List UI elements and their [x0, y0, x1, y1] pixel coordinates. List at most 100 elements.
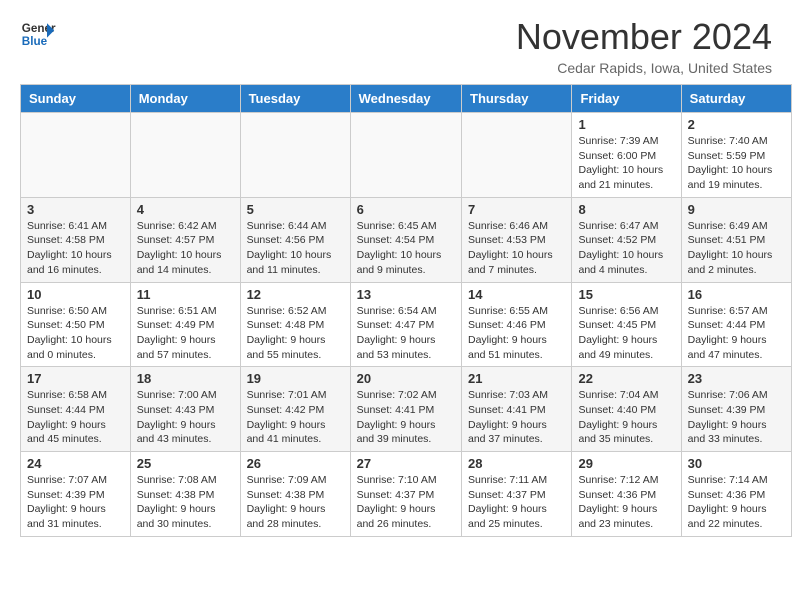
- day-info: Sunrise: 7:09 AMSunset: 4:38 PMDaylight:…: [247, 473, 344, 532]
- day-cell: 25 Sunrise: 7:08 AMSunset: 4:38 PMDayligh…: [130, 452, 240, 537]
- day-number: 17: [27, 371, 124, 386]
- day-cell: [240, 113, 350, 198]
- day-number: 8: [578, 202, 674, 217]
- week-row-3: 17 Sunrise: 6:58 AMSunset: 4:44 PMDayligh…: [21, 367, 792, 452]
- day-info: Sunrise: 6:45 AMSunset: 4:54 PMDaylight:…: [357, 219, 455, 278]
- day-info: Sunrise: 6:57 AMSunset: 4:44 PMDaylight:…: [688, 304, 785, 363]
- day-info: Sunrise: 6:55 AMSunset: 4:46 PMDaylight:…: [468, 304, 565, 363]
- day-cell: 20Sunrise: 7:02 AMSunset: 4:41 PMDayligh…: [350, 367, 461, 452]
- day-cell: 8 Sunrise: 6:47 AMSunset: 4:52 PMDaylight…: [572, 197, 681, 282]
- calendar-header: SundayMondayTuesdayWednesdayThursdayFrid…: [21, 85, 792, 113]
- day-cell: 1 Sunrise: 7:39 AMSunset: 6:00 PMDaylight…: [572, 113, 681, 198]
- day-cell: [350, 113, 461, 198]
- day-info: Sunrise: 6:42 AMSunset: 4:57 PMDaylight:…: [137, 219, 234, 278]
- day-number: 6: [357, 202, 455, 217]
- day-cell: [462, 113, 572, 198]
- day-number: 21: [468, 371, 565, 386]
- day-number: 23: [688, 371, 785, 386]
- day-cell: 30 Sunrise: 7:14 AMSunset: 4:36 PMDayligh…: [681, 452, 791, 537]
- day-number: 15: [578, 287, 674, 302]
- day-cell: 11 Sunrise: 6:51 AMSunset: 4:49 PMDayligh…: [130, 282, 240, 367]
- day-number: 28: [468, 456, 565, 471]
- day-info: Sunrise: 6:54 AMSunset: 4:47 PMDaylight:…: [357, 304, 455, 363]
- day-cell: 14 Sunrise: 6:55 AMSunset: 4:46 PMDayligh…: [462, 282, 572, 367]
- logo: General Blue: [20, 16, 60, 52]
- day-header-sunday: Sunday: [21, 85, 131, 113]
- day-info: Sunrise: 7:01 AMSunset: 4:42 PMDaylight:…: [247, 388, 344, 447]
- day-number: 3: [27, 202, 124, 217]
- day-number: 14: [468, 287, 565, 302]
- calendar-table: SundayMondayTuesdayWednesdayThursdayFrid…: [20, 84, 792, 537]
- week-row-1: 3 Sunrise: 6:41 AMSunset: 4:58 PMDaylight…: [21, 197, 792, 282]
- day-info: Sunrise: 7:40 AMSunset: 5:59 PMDaylight:…: [688, 134, 785, 193]
- day-cell: [130, 113, 240, 198]
- day-cell: 15Sunrise: 6:56 AMSunset: 4:45 PMDayligh…: [572, 282, 681, 367]
- calendar-wrap: SundayMondayTuesdayWednesdayThursdayFrid…: [0, 84, 792, 547]
- day-info: Sunrise: 7:39 AMSunset: 6:00 PMDaylight:…: [578, 134, 674, 193]
- day-info: Sunrise: 6:51 AMSunset: 4:49 PMDaylight:…: [137, 304, 234, 363]
- day-info: Sunrise: 7:07 AMSunset: 4:39 PMDaylight:…: [27, 473, 124, 532]
- day-cell: 2 Sunrise: 7:40 AMSunset: 5:59 PMDaylight…: [681, 113, 791, 198]
- day-cell: 21 Sunrise: 7:03 AMSunset: 4:41 PMDayligh…: [462, 367, 572, 452]
- day-number: 27: [357, 456, 455, 471]
- day-number: 24: [27, 456, 124, 471]
- title-area: November 2024 Cedar Rapids, Iowa, United…: [516, 16, 772, 76]
- day-info: Sunrise: 6:41 AMSunset: 4:58 PMDaylight:…: [27, 219, 124, 278]
- day-info: Sunrise: 7:00 AMSunset: 4:43 PMDaylight:…: [137, 388, 234, 447]
- day-info: Sunrise: 7:10 AMSunset: 4:37 PMDaylight:…: [357, 473, 455, 532]
- day-number: 2: [688, 117, 785, 132]
- day-header-thursday: Thursday: [462, 85, 572, 113]
- day-number: 10: [27, 287, 124, 302]
- day-number: 20: [357, 371, 455, 386]
- logo-icon: General Blue: [20, 16, 56, 52]
- day-cell: 23Sunrise: 7:06 AMSunset: 4:39 PMDayligh…: [681, 367, 791, 452]
- day-cell: 10Sunrise: 6:50 AMSunset: 4:50 PMDayligh…: [21, 282, 131, 367]
- day-header-tuesday: Tuesday: [240, 85, 350, 113]
- day-cell: [21, 113, 131, 198]
- day-number: 25: [137, 456, 234, 471]
- day-cell: 6 Sunrise: 6:45 AMSunset: 4:54 PMDaylight…: [350, 197, 461, 282]
- day-number: 1: [578, 117, 674, 132]
- day-info: Sunrise: 7:12 AMSunset: 4:36 PMDaylight:…: [578, 473, 674, 532]
- day-number: 13: [357, 287, 455, 302]
- day-cell: 13 Sunrise: 6:54 AMSunset: 4:47 PMDayligh…: [350, 282, 461, 367]
- day-number: 26: [247, 456, 344, 471]
- day-info: Sunrise: 7:04 AMSunset: 4:40 PMDaylight:…: [578, 388, 674, 447]
- day-header-monday: Monday: [130, 85, 240, 113]
- day-cell: 22Sunrise: 7:04 AMSunset: 4:40 PMDayligh…: [572, 367, 681, 452]
- day-number: 29: [578, 456, 674, 471]
- day-info: Sunrise: 7:14 AMSunset: 4:36 PMDaylight:…: [688, 473, 785, 532]
- day-cell: 28 Sunrise: 7:11 AMSunset: 4:37 PMDayligh…: [462, 452, 572, 537]
- day-cell: 24 Sunrise: 7:07 AMSunset: 4:39 PMDayligh…: [21, 452, 131, 537]
- week-row-0: 1 Sunrise: 7:39 AMSunset: 6:00 PMDaylight…: [21, 113, 792, 198]
- day-info: Sunrise: 6:52 AMSunset: 4:48 PMDaylight:…: [247, 304, 344, 363]
- day-info: Sunrise: 6:46 AMSunset: 4:53 PMDaylight:…: [468, 219, 565, 278]
- header-row: SundayMondayTuesdayWednesdayThursdayFrid…: [21, 85, 792, 113]
- day-info: Sunrise: 6:44 AMSunset: 4:56 PMDaylight:…: [247, 219, 344, 278]
- day-number: 5: [247, 202, 344, 217]
- day-cell: 29 Sunrise: 7:12 AMSunset: 4:36 PMDayligh…: [572, 452, 681, 537]
- day-number: 11: [137, 287, 234, 302]
- day-info: Sunrise: 6:47 AMSunset: 4:52 PMDaylight:…: [578, 219, 674, 278]
- svg-text:Blue: Blue: [22, 35, 48, 48]
- day-info: Sunrise: 6:58 AMSunset: 4:44 PMDaylight:…: [27, 388, 124, 447]
- day-header-saturday: Saturday: [681, 85, 791, 113]
- day-cell: 9Sunrise: 6:49 AMSunset: 4:51 PMDaylight…: [681, 197, 791, 282]
- page-header: General Blue November 2024 Cedar Rapids,…: [0, 0, 792, 84]
- day-number: 7: [468, 202, 565, 217]
- day-cell: 19Sunrise: 7:01 AMSunset: 4:42 PMDayligh…: [240, 367, 350, 452]
- day-number: 9: [688, 202, 785, 217]
- day-header-wednesday: Wednesday: [350, 85, 461, 113]
- day-cell: 17 Sunrise: 6:58 AMSunset: 4:44 PMDayligh…: [21, 367, 131, 452]
- day-cell: 5 Sunrise: 6:44 AMSunset: 4:56 PMDaylight…: [240, 197, 350, 282]
- day-header-friday: Friday: [572, 85, 681, 113]
- day-number: 30: [688, 456, 785, 471]
- day-info: Sunrise: 7:03 AMSunset: 4:41 PMDaylight:…: [468, 388, 565, 447]
- day-info: Sunrise: 7:11 AMSunset: 4:37 PMDaylight:…: [468, 473, 565, 532]
- day-cell: 4 Sunrise: 6:42 AMSunset: 4:57 PMDaylight…: [130, 197, 240, 282]
- day-cell: 3 Sunrise: 6:41 AMSunset: 4:58 PMDaylight…: [21, 197, 131, 282]
- day-cell: 18Sunrise: 7:00 AMSunset: 4:43 PMDayligh…: [130, 367, 240, 452]
- day-info: Sunrise: 7:08 AMSunset: 4:38 PMDaylight:…: [137, 473, 234, 532]
- day-cell: 7 Sunrise: 6:46 AMSunset: 4:53 PMDaylight…: [462, 197, 572, 282]
- day-number: 4: [137, 202, 234, 217]
